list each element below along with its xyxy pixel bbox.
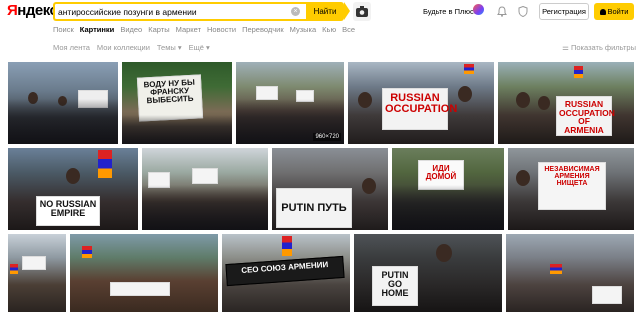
protest-sign (592, 286, 622, 304)
header: Яндекс × Найти Будьте в Плюсе Регистраци… (0, 0, 640, 24)
image-result[interactable]: ИДИ ДОМОЙ (392, 148, 504, 230)
protest-sign: PUTIN ПУТЬ (276, 188, 352, 228)
tab-all[interactable]: Все (342, 25, 355, 34)
camera-search-button[interactable] (353, 2, 371, 21)
image-result[interactable] (8, 62, 118, 144)
image-result[interactable]: НЕЗАВИСИМАЯ АРМЕНИЯ НИЩЕТА (508, 148, 634, 230)
register-button[interactable]: Регистрация (539, 3, 589, 20)
image-result[interactable]: CEO СОЮЗ АРМЕНИИ (222, 234, 350, 312)
my-feed-link[interactable]: Моя лента (53, 43, 90, 52)
search-button[interactable]: Найти (306, 2, 350, 21)
image-result[interactable]: RUSSIAN OCCUPATION (348, 62, 494, 144)
user-icon (599, 9, 606, 15)
protest-sign: НЕЗАВИСИМАЯ АРМЕНИЯ НИЩЕТА (538, 162, 606, 210)
image-result[interactable]: RUSSIAN OCCUPATION OF ARMENIA (498, 62, 634, 144)
image-result[interactable] (506, 234, 634, 312)
flag (98, 150, 112, 178)
clear-icon[interactable]: × (291, 7, 300, 16)
tab-images[interactable]: Картинки (80, 25, 115, 34)
protest-sign: RUSSIAN OCCUPATION OF ARMENIA (556, 96, 615, 136)
tab-video[interactable]: Видео (120, 25, 142, 34)
image-result[interactable]: ВОДУ НУ БЫ ФРАНСКУ ВЫБЕСИТЬ (122, 62, 232, 144)
login-button[interactable]: Войти (594, 3, 634, 20)
protest-sign (22, 256, 46, 270)
camera-icon (356, 6, 368, 17)
image-result[interactable] (8, 234, 66, 312)
tab-music[interactable]: Музыка (290, 25, 317, 34)
image-result[interactable]: 960×720 (236, 62, 344, 144)
protest-sign: PUTIN GO HOME (372, 266, 418, 306)
tab-q[interactable]: Кью (322, 25, 336, 34)
tab-market[interactable]: Маркет (176, 25, 201, 34)
flag (550, 264, 562, 274)
protest-sign: RUSSIAN OCCUPATION (382, 88, 457, 130)
search-input[interactable] (58, 4, 286, 19)
tab-translate[interactable]: Переводчик (242, 25, 284, 34)
flag (10, 264, 18, 274)
shield-icon[interactable] (518, 6, 528, 17)
flag (464, 64, 474, 74)
image-result[interactable] (70, 234, 218, 312)
filters-icon: ⚌ (562, 43, 571, 52)
image-result[interactable]: PUTIN GO HOME (354, 234, 502, 312)
protest-sign: CEO СОЮЗ АРМЕНИИ (225, 255, 345, 287)
tab-search[interactable]: Поиск (53, 25, 74, 34)
plus-icon[interactable] (473, 4, 484, 15)
protest-sign (256, 86, 278, 100)
flag (574, 66, 583, 78)
flag (282, 236, 292, 256)
show-filters-link[interactable]: ⚌ Показать фильтры (562, 43, 636, 52)
resolution-badge: 960×720 (313, 133, 341, 141)
search-box[interactable]: × (53, 2, 306, 21)
image-result[interactable]: PUTIN ПУТЬ (272, 148, 388, 230)
themes-dropdown[interactable]: Темы ▾ (157, 43, 182, 52)
my-collections-link[interactable]: Мои коллекции (97, 43, 150, 52)
more-dropdown[interactable]: Ещё ▾ (189, 43, 210, 52)
flag (82, 246, 92, 258)
tab-maps[interactable]: Карты (148, 25, 169, 34)
bell-icon[interactable] (497, 6, 507, 17)
protest-sign (110, 282, 170, 296)
image-result[interactable] (142, 148, 268, 230)
image-result[interactable]: NO RUSSIAN EMPIRE (8, 148, 138, 230)
tab-news[interactable]: Новости (207, 25, 236, 34)
service-tabs: Поиск Картинки Видео Карты Маркет Новости Пере… (53, 25, 361, 37)
protest-sign: NO RUSSIAN EMPIRE (36, 196, 100, 226)
plus-link[interactable]: Будьте в Плюсе (423, 7, 478, 16)
protest-sign (192, 168, 218, 184)
images-subnav: Моя лента Мои коллекции Темы ▾ Ещё ▾ (53, 43, 217, 52)
yandex-logo[interactable]: Яндекс (7, 2, 58, 19)
